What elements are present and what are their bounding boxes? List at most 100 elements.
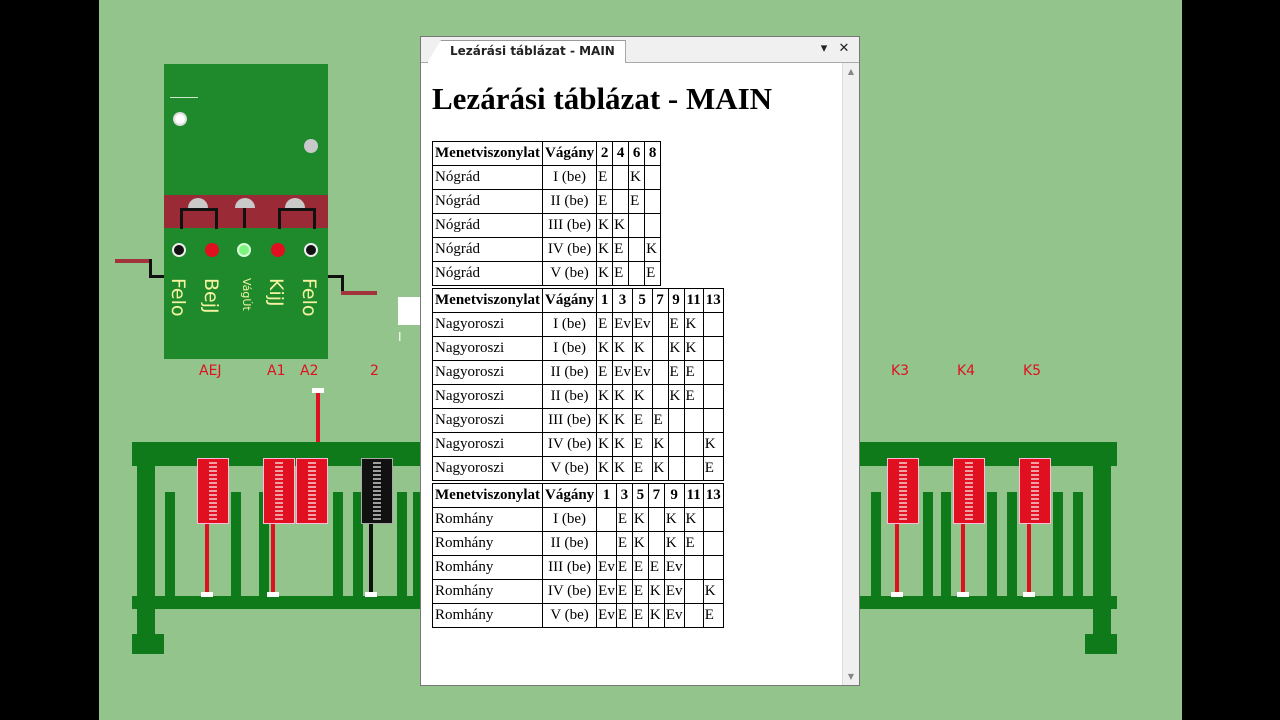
- lock-cell: K: [612, 384, 633, 409]
- lock-table-window: Lezárási táblázat - MAIN ▾ ✕ Lezárási tá…: [420, 36, 860, 686]
- lock-cell: E: [615, 555, 633, 580]
- kijj-label: KijJ: [265, 278, 287, 307]
- track-cell: V (be): [541, 456, 598, 481]
- signal-a2[interactable]: [296, 458, 328, 524]
- vertical-scrollbar[interactable]: ▲ ▼: [842, 63, 859, 685]
- lock-cell: [683, 456, 704, 481]
- lock-cell: K: [644, 237, 662, 262]
- vagut-label: VágÚt: [240, 278, 253, 311]
- column-header: 11: [683, 483, 704, 508]
- lock-cell: [683, 555, 704, 580]
- lock-cell: E: [683, 384, 704, 409]
- lock-cell: Ev: [663, 603, 685, 628]
- lock-cell: E: [631, 456, 653, 481]
- table-row: Nógrád I (be) E K: [432, 165, 662, 190]
- lock-cell: E: [612, 261, 630, 286]
- lock-cell: E: [631, 408, 653, 433]
- signal-pole-aej: [205, 524, 209, 594]
- table-row: Nógrád V (be) K E E: [432, 261, 662, 286]
- track-cell: II (be): [541, 531, 598, 556]
- lock-cell: Ev: [663, 579, 685, 604]
- felo-label-right: Felo: [298, 278, 320, 317]
- table-row: Nógrád IV (be) K E K: [432, 237, 662, 262]
- signal-a1[interactable]: [263, 458, 295, 524]
- signal-k3[interactable]: [887, 458, 919, 524]
- column-header: 3: [612, 288, 633, 313]
- lock-cell: [628, 213, 646, 238]
- dropdown-icon[interactable]: ▾: [815, 40, 833, 58]
- lock-cell: [651, 360, 669, 385]
- felo-lamp-right: [304, 243, 318, 257]
- column-header: Vágány: [541, 141, 598, 166]
- route-cell: Romhány: [432, 603, 543, 628]
- lock-cell: K: [596, 384, 614, 409]
- signal-k5[interactable]: [1019, 458, 1051, 524]
- table-row: Nagyoroszi III (be) K K E E: [432, 408, 724, 433]
- signal-k4[interactable]: [953, 458, 985, 524]
- lock-cell: [702, 507, 724, 532]
- lock-cell: K: [683, 507, 704, 532]
- track-cell: II (be): [541, 384, 598, 409]
- lock-table-nagyoroszi: Menetviszonylat Vágány 1 3 5 7 9 11 13 Nagyoroszi…: [432, 288, 724, 481]
- route-cell: Romhány: [432, 555, 543, 580]
- lock-cell: K: [596, 237, 614, 262]
- track-label-a2: A2: [300, 363, 319, 379]
- route-cell: Nagyoroszi: [432, 336, 543, 361]
- lock-cell: K: [651, 432, 669, 457]
- lock-cell: K: [683, 336, 704, 361]
- scroll-up-icon[interactable]: ▲: [846, 67, 856, 76]
- lock-cell: E: [628, 189, 646, 214]
- track-label-k4: K4: [957, 363, 976, 379]
- white-indicator-lamp: [173, 112, 187, 126]
- lock-cell: [647, 531, 665, 556]
- scroll-down-icon[interactable]: ▼: [846, 672, 856, 681]
- signal-cap-a1: [267, 592, 279, 597]
- signal-pole-a1: [271, 524, 275, 594]
- track-bar: [165, 492, 175, 596]
- lock-cell: [628, 237, 646, 262]
- page-title: Lezárási táblázat - MAIN: [432, 81, 773, 116]
- lock-cell: [596, 507, 617, 532]
- lock-cell: E: [631, 579, 649, 604]
- control-panel: Felo BejJ VágÚt KijJ Felo: [164, 64, 328, 359]
- lock-cell: Ev: [663, 555, 685, 580]
- lock-cell: K: [683, 312, 704, 337]
- switch-bracket-left: [180, 208, 218, 229]
- track-bar: [923, 492, 933, 596]
- column-header: Menetviszonylat: [432, 483, 543, 508]
- lock-cell: K: [596, 432, 614, 457]
- lock-cell: E: [631, 555, 649, 580]
- lock-cell: E: [631, 603, 649, 628]
- lock-cell: [644, 189, 662, 214]
- window-tab[interactable]: Lezárási táblázat - MAIN: [427, 40, 626, 63]
- table-row: Nagyoroszi I (be) K K K K K: [432, 336, 724, 361]
- close-icon[interactable]: ✕: [835, 40, 853, 58]
- table-row: Romhány V (be) Ev E E K Ev E: [432, 603, 724, 628]
- signal-aej[interactable]: [197, 458, 229, 524]
- switch-bracket-right: [278, 208, 316, 229]
- lock-cell: K: [631, 507, 649, 532]
- table-header-row: Menetviszonylat Vágány 2 4 6 8: [432, 141, 662, 166]
- column-header: 7: [647, 483, 665, 508]
- lower-rail-left: [132, 596, 422, 609]
- table-row: Romhány I (be) E K K K: [432, 507, 724, 532]
- signal-cap-k5: [1023, 592, 1035, 597]
- table-row: Romhány III (be) Ev E E E Ev: [432, 555, 724, 580]
- lock-cell: K: [651, 456, 669, 481]
- lock-cell: [702, 408, 724, 433]
- signal-2[interactable]: [361, 458, 393, 524]
- lower-rail-right: [860, 596, 1117, 609]
- lock-cell: E: [596, 165, 614, 190]
- signal-cap-2: [365, 592, 377, 597]
- route-cell: Nógrád: [432, 237, 543, 262]
- lock-cell: E: [612, 237, 630, 262]
- track-label-aej: AEJ: [199, 363, 222, 379]
- track-cell: II (be): [541, 360, 598, 385]
- bejj-lamp: [205, 243, 219, 257]
- a2-route-cap: [312, 388, 324, 393]
- lock-table-romhany: Menetviszonylat Vágány 1 3 5 7 9 11 13 Romhány I (…: [432, 483, 724, 628]
- column-header: Vágány: [541, 483, 598, 508]
- lock-cell: [683, 603, 704, 628]
- column-header: Menetviszonylat: [432, 141, 543, 166]
- track-cell: I (be): [541, 165, 598, 190]
